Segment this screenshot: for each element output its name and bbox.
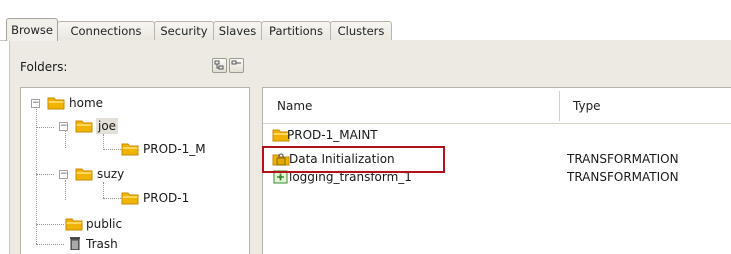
folder-icon: [65, 218, 83, 231]
folder-icon: [75, 120, 93, 133]
tab-connections[interactable]: Connections: [57, 21, 155, 40]
list-item-type: TRANSFORMATION: [567, 170, 679, 184]
folder-icon: [121, 143, 139, 156]
tree-connector: [65, 130, 66, 148]
collapse-toggle-icon[interactable]: −: [59, 170, 68, 179]
collapse-tree-button[interactable]: [229, 58, 244, 73]
expand-tree-icon: [214, 60, 224, 70]
folder-icon: [75, 168, 93, 181]
list-item-type: TRANSFORMATION: [567, 152, 679, 166]
expand-tree-button[interactable]: [212, 58, 227, 73]
tree-connector: [36, 174, 54, 175]
tab-bar: Browse Connections Security Slaves Parti…: [0, 0, 731, 44]
tree-connector: [103, 182, 104, 198]
tree-connector: [36, 224, 64, 225]
tree-connector: [103, 198, 121, 199]
tree-connector: [36, 127, 54, 128]
tab-browse[interactable]: Browse: [6, 18, 58, 41]
collapse-tree-icon: [231, 60, 241, 65]
tree-connector: [103, 134, 104, 150]
folder-tree[interactable]: − home − joe PROD-1_M − suzy PROD-1 publ…: [20, 87, 250, 254]
folder-icon: [47, 97, 65, 110]
tree-item-label: PROD-1: [143, 191, 190, 205]
tab-slaves[interactable]: Slaves: [213, 21, 262, 40]
tree-item-label: Trash: [86, 237, 118, 251]
tree-item-label: suzy: [97, 167, 125, 181]
tree-connector: [36, 244, 64, 245]
tree-item-label: PROD-1_M: [143, 142, 206, 156]
tab-clusters[interactable]: Clusters: [330, 21, 392, 40]
tree-item-label: public: [86, 217, 123, 231]
tab-partitions[interactable]: Partitions: [261, 21, 331, 40]
column-separator[interactable]: [559, 91, 560, 121]
folder-icon: [121, 192, 139, 205]
trash-icon: [70, 237, 80, 250]
tree-item-label: joe: [96, 118, 119, 134]
list-item-name: PROD-1_MAINT: [287, 128, 378, 142]
column-header-name[interactable]: Name: [263, 88, 559, 124]
tree-connector: [65, 180, 66, 200]
tree-item-label: home: [69, 96, 104, 110]
list-item[interactable]: PROD-1_MAINT: [263, 126, 731, 144]
tab-security[interactable]: Security: [154, 21, 214, 40]
collapse-toggle-icon[interactable]: −: [59, 122, 68, 131]
folders-label: Folders:: [20, 60, 68, 74]
highlight-box: [262, 146, 445, 173]
collapse-toggle-icon[interactable]: −: [31, 99, 40, 108]
column-header-type[interactable]: Type: [559, 88, 731, 124]
tree-connector: [103, 149, 121, 150]
